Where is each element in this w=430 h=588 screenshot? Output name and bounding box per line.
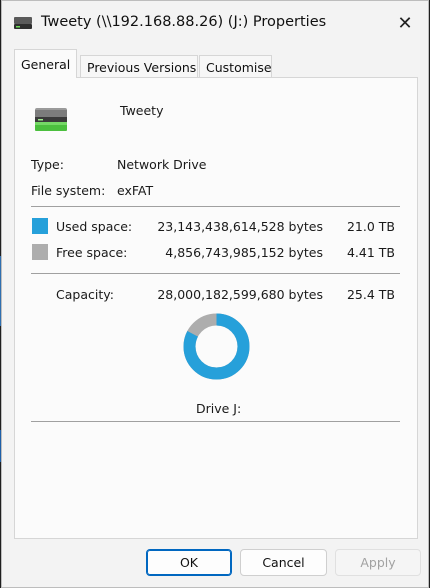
tab-previous-versions[interactable]: Previous Versions: [80, 55, 198, 77]
ok-button[interactable]: OK: [146, 549, 232, 576]
file-system-value: exFAT: [117, 183, 154, 198]
file-system-label: File system:: [31, 183, 106, 198]
type-value: Network Drive: [117, 157, 207, 172]
window-title: Tweety (\\192.168.88.26) (J:) Properties: [41, 14, 327, 30]
tab-customise[interactable]: Customise: [199, 55, 272, 77]
used-space-swatch: [32, 218, 48, 234]
divider: [31, 273, 400, 274]
cancel-button[interactable]: Cancel: [240, 549, 327, 576]
network-drive-icon: [14, 17, 32, 29]
apply-button[interactable]: Apply: [335, 549, 421, 576]
free-space-size: 4.41 TB: [346, 245, 395, 260]
free-space-swatch: [32, 244, 48, 260]
title-bar[interactable]: Tweety (\\192.168.88.26) (J:) Properties…: [2, 1, 428, 45]
type-label: Type:: [31, 157, 64, 172]
used-space-size: 21.0 TB: [346, 219, 395, 234]
drive-name: Tweety: [120, 103, 164, 118]
tab-general[interactable]: General: [14, 49, 77, 78]
free-space-bytes: 4,856,743,985,152 bytes: [165, 245, 323, 260]
used-space-bytes: 23,143,438,614,528 bytes: [157, 219, 323, 234]
capacity-label: Capacity:: [56, 287, 114, 302]
drive-icon: [35, 108, 67, 131]
usage-donut-chart: [183, 313, 250, 380]
divider: [31, 421, 400, 422]
capacity-bytes: 28,000,182,599,680 bytes: [157, 287, 323, 302]
close-icon: ✕: [397, 12, 413, 34]
properties-dialog: Tweety (\\192.168.88.26) (J:) Properties…: [1, 0, 429, 588]
drive-letter-label: Drive J:: [196, 401, 242, 416]
capacity-size: 25.4 TB: [346, 287, 395, 302]
divider: [31, 206, 400, 207]
general-panel: Tweety Type: Network Drive File system: …: [14, 77, 418, 539]
close-button[interactable]: ✕: [382, 1, 428, 45]
free-space-label: Free space:: [56, 245, 128, 260]
used-space-label: Used space:: [56, 219, 133, 234]
